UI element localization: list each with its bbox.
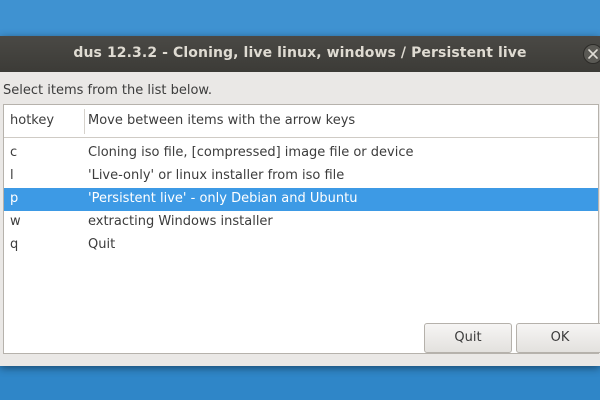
- title-bar[interactable]: dus 12.3.2 - Cloning, live linux, window…: [0, 36, 600, 72]
- list-item-selected[interactable]: p 'Persistent live' - only Debian and Ub…: [4, 188, 598, 211]
- item-hotkey: c: [10, 145, 18, 160]
- quit-button[interactable]: Quit: [424, 323, 512, 353]
- item-hotkey: w: [10, 214, 21, 229]
- desktop-background-top: [0, 0, 600, 36]
- list-item[interactable]: c Cloning iso file, [compressed] image f…: [4, 142, 598, 165]
- list-header: hotkey Move between items with the arrow…: [4, 105, 598, 138]
- list-item[interactable]: l 'Live-only' or linux installer from is…: [4, 165, 598, 188]
- column-header-hotkey[interactable]: hotkey: [10, 113, 54, 128]
- window-title: dus 12.3.2 - Cloning, live linux, window…: [73, 45, 527, 61]
- item-description: Quit: [88, 237, 116, 252]
- list-item[interactable]: q Quit: [4, 234, 598, 257]
- column-separator: [84, 109, 85, 134]
- items-list[interactable]: hotkey Move between items with the arrow…: [3, 104, 599, 354]
- ok-button[interactable]: OK: [516, 323, 600, 353]
- close-icon: [588, 49, 598, 59]
- dialog-window: dus 12.3.2 - Cloning, live linux, window…: [0, 36, 600, 366]
- close-button[interactable]: [583, 44, 600, 64]
- list-item[interactable]: w extracting Windows installer: [4, 211, 598, 234]
- item-description: extracting Windows installer: [88, 214, 273, 229]
- item-description: Cloning iso file, [compressed] image fil…: [88, 145, 414, 160]
- desktop-background-bottom: [0, 366, 600, 400]
- item-hotkey: p: [10, 191, 19, 206]
- column-header-description[interactable]: Move between items with the arrow keys: [88, 113, 355, 128]
- prompt-text: Select items from the list below.: [3, 83, 212, 98]
- item-description: 'Live-only' or linux installer from iso …: [88, 168, 345, 183]
- item-hotkey: l: [10, 168, 14, 183]
- item-hotkey: q: [10, 237, 19, 252]
- item-description: 'Persistent live' - only Debian and Ubun…: [88, 191, 358, 206]
